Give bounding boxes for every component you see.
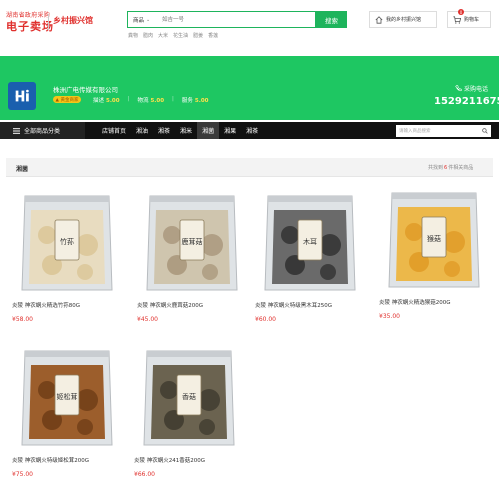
- store-search-input[interactable]: 请输入商品搜索: [396, 125, 491, 137]
- svg-text:猴菇: 猴菇: [427, 234, 441, 243]
- store-scores: 描述 5.00 | 物流 5.00 | 服务 5.00: [93, 96, 209, 104]
- nav-item-home[interactable]: 店铺首页: [97, 122, 131, 139]
- gold-merchant-badge: ▲ 黄金商家: [53, 96, 81, 103]
- search-input[interactable]: [162, 12, 312, 27]
- svg-text:姬松茸: 姬松茸: [57, 392, 78, 401]
- product-price: ¥58.00: [12, 316, 33, 323]
- hot-word[interactable]: 花生油: [173, 32, 188, 39]
- product-name[interactable]: 炎陵 神农蜗火鹿茸菇200G: [137, 301, 247, 309]
- product-card[interactable]: 猴菇 炎陵 神农蜗火精选猴菇200G ¥35.00: [379, 187, 489, 320]
- store-nav-items: 店铺首页 湘油 湘茶 湘米 湘菌 湘果 湘茶: [97, 122, 263, 139]
- product-card[interactable]: 竹荪 炎陵 神农蜗火精选竹荪80G ¥58.00: [12, 190, 122, 323]
- svg-text:香菇: 香菇: [182, 392, 196, 401]
- product-price: ¥45.00: [137, 316, 158, 323]
- cart-count-badge: 0: [458, 9, 464, 15]
- search-button[interactable]: 搜索: [316, 11, 347, 28]
- section-title: 湘菌: [16, 166, 29, 173]
- nav-item-tea-2[interactable]: 湘茶: [241, 122, 263, 139]
- product-image[interactable]: 姬松茸: [12, 345, 122, 450]
- menu-icon: [13, 127, 20, 134]
- house-icon: [375, 15, 383, 24]
- product-price: ¥60.00: [255, 316, 276, 323]
- product-name[interactable]: 炎陵 神农蜗火特级姬松茸200G: [12, 456, 122, 464]
- product-image[interactable]: 木耳: [255, 190, 365, 295]
- product-price: ¥66.00: [134, 471, 155, 478]
- search-icon[interactable]: [482, 128, 488, 134]
- nav-item-tea[interactable]: 湘茶: [153, 122, 175, 139]
- site-logo[interactable]: 电子卖场: [6, 18, 54, 34]
- search-bar: 商品 ⌄: [127, 11, 316, 28]
- nav-item-mushroom[interactable]: 湘菌: [197, 122, 220, 139]
- all-categories-menu[interactable]: 全部商品分类: [0, 122, 85, 139]
- hot-word[interactable]: 腊姜: [193, 32, 203, 39]
- product-image[interactable]: 猴菇: [379, 187, 489, 292]
- cart-icon: [453, 15, 461, 24]
- svg-text:鹿茸菇: 鹿茸菇: [182, 237, 203, 246]
- store-search-placeholder: 请输入商品搜索: [399, 129, 431, 134]
- nav-item-rice[interactable]: 湘米: [175, 122, 197, 139]
- product-image[interactable]: 竹荪: [12, 190, 122, 295]
- svg-text:木耳: 木耳: [303, 237, 317, 246]
- my-pavilion-button[interactable]: 我的乡村振兴馆: [369, 11, 437, 28]
- product-card[interactable]: 香菇 炎陵 神农蜗火241香菇200G ¥66.00: [134, 345, 244, 478]
- score-logistics: 物流 5.00: [137, 98, 165, 104]
- hot-search-words: 粪物 腊肉 大米 花生油 腊姜 香莲: [128, 32, 218, 39]
- svg-text:竹荪: 竹荪: [60, 237, 74, 246]
- hot-word[interactable]: 大米: [158, 32, 168, 39]
- store-name: 株洲广电传媒有限公司: [53, 86, 118, 94]
- product-image[interactable]: 香菇: [134, 345, 244, 450]
- search-scope-label: 商品: [133, 17, 145, 24]
- all-categories-label: 全部商品分类: [24, 128, 61, 135]
- product-price: ¥75.00: [12, 471, 33, 478]
- product-name[interactable]: 炎陵 神农蜗火特级黑木耳250G: [255, 301, 365, 309]
- hot-word[interactable]: 香莲: [208, 32, 218, 39]
- chevron-down-icon: ⌄: [146, 16, 151, 23]
- product-name[interactable]: 炎陵 神农蜗火精选竹荪80G: [12, 301, 122, 309]
- phone-icon: [455, 85, 462, 92]
- product-card[interactable]: 木耳 炎陵 神农蜗火特级黑木耳250G ¥60.00: [255, 190, 365, 323]
- section-header: [6, 158, 493, 177]
- contact-label: 采购电话: [455, 84, 488, 93]
- store-logo: [8, 82, 36, 110]
- hot-word[interactable]: 腊肉: [143, 32, 153, 39]
- result-count: 共找到6件相关商品: [428, 165, 474, 171]
- logo-divider: [48, 14, 49, 30]
- product-card[interactable]: 姬松茸 炎陵 神农蜗火特级姬松茸200G ¥75.00: [12, 345, 122, 478]
- product-name[interactable]: 炎陵 神农蜗火精选猴菇200G: [379, 298, 489, 306]
- my-pavilion-label: 我的乡村振兴馆: [386, 17, 422, 23]
- product-card[interactable]: 鹿茸菇 炎陵 神农蜗火鹿茸菇200G ¥45.00: [137, 190, 247, 323]
- score-description: 描述 5.00: [93, 98, 120, 104]
- contact-phone: 15292116756: [434, 96, 499, 107]
- hot-word[interactable]: 粪物: [128, 32, 138, 39]
- store-logo-mark: [15, 89, 29, 102]
- cart-button[interactable]: 0 购物车: [447, 9, 491, 28]
- pavilion-title: 乡村振兴馆: [53, 16, 93, 25]
- nav-item-oil[interactable]: 湘油: [131, 122, 153, 139]
- score-service: 服务 5.00: [181, 98, 209, 104]
- product-image[interactable]: 鹿茸菇: [137, 190, 247, 295]
- nav-item-fruit[interactable]: 湘果: [219, 122, 241, 139]
- product-price: ¥35.00: [379, 313, 400, 320]
- product-name[interactable]: 炎陵 神农蜗火241香菇200G: [134, 456, 244, 464]
- cart-label: 购物车: [464, 17, 480, 23]
- search-scope-select[interactable]: 商品 ⌄: [128, 16, 162, 24]
